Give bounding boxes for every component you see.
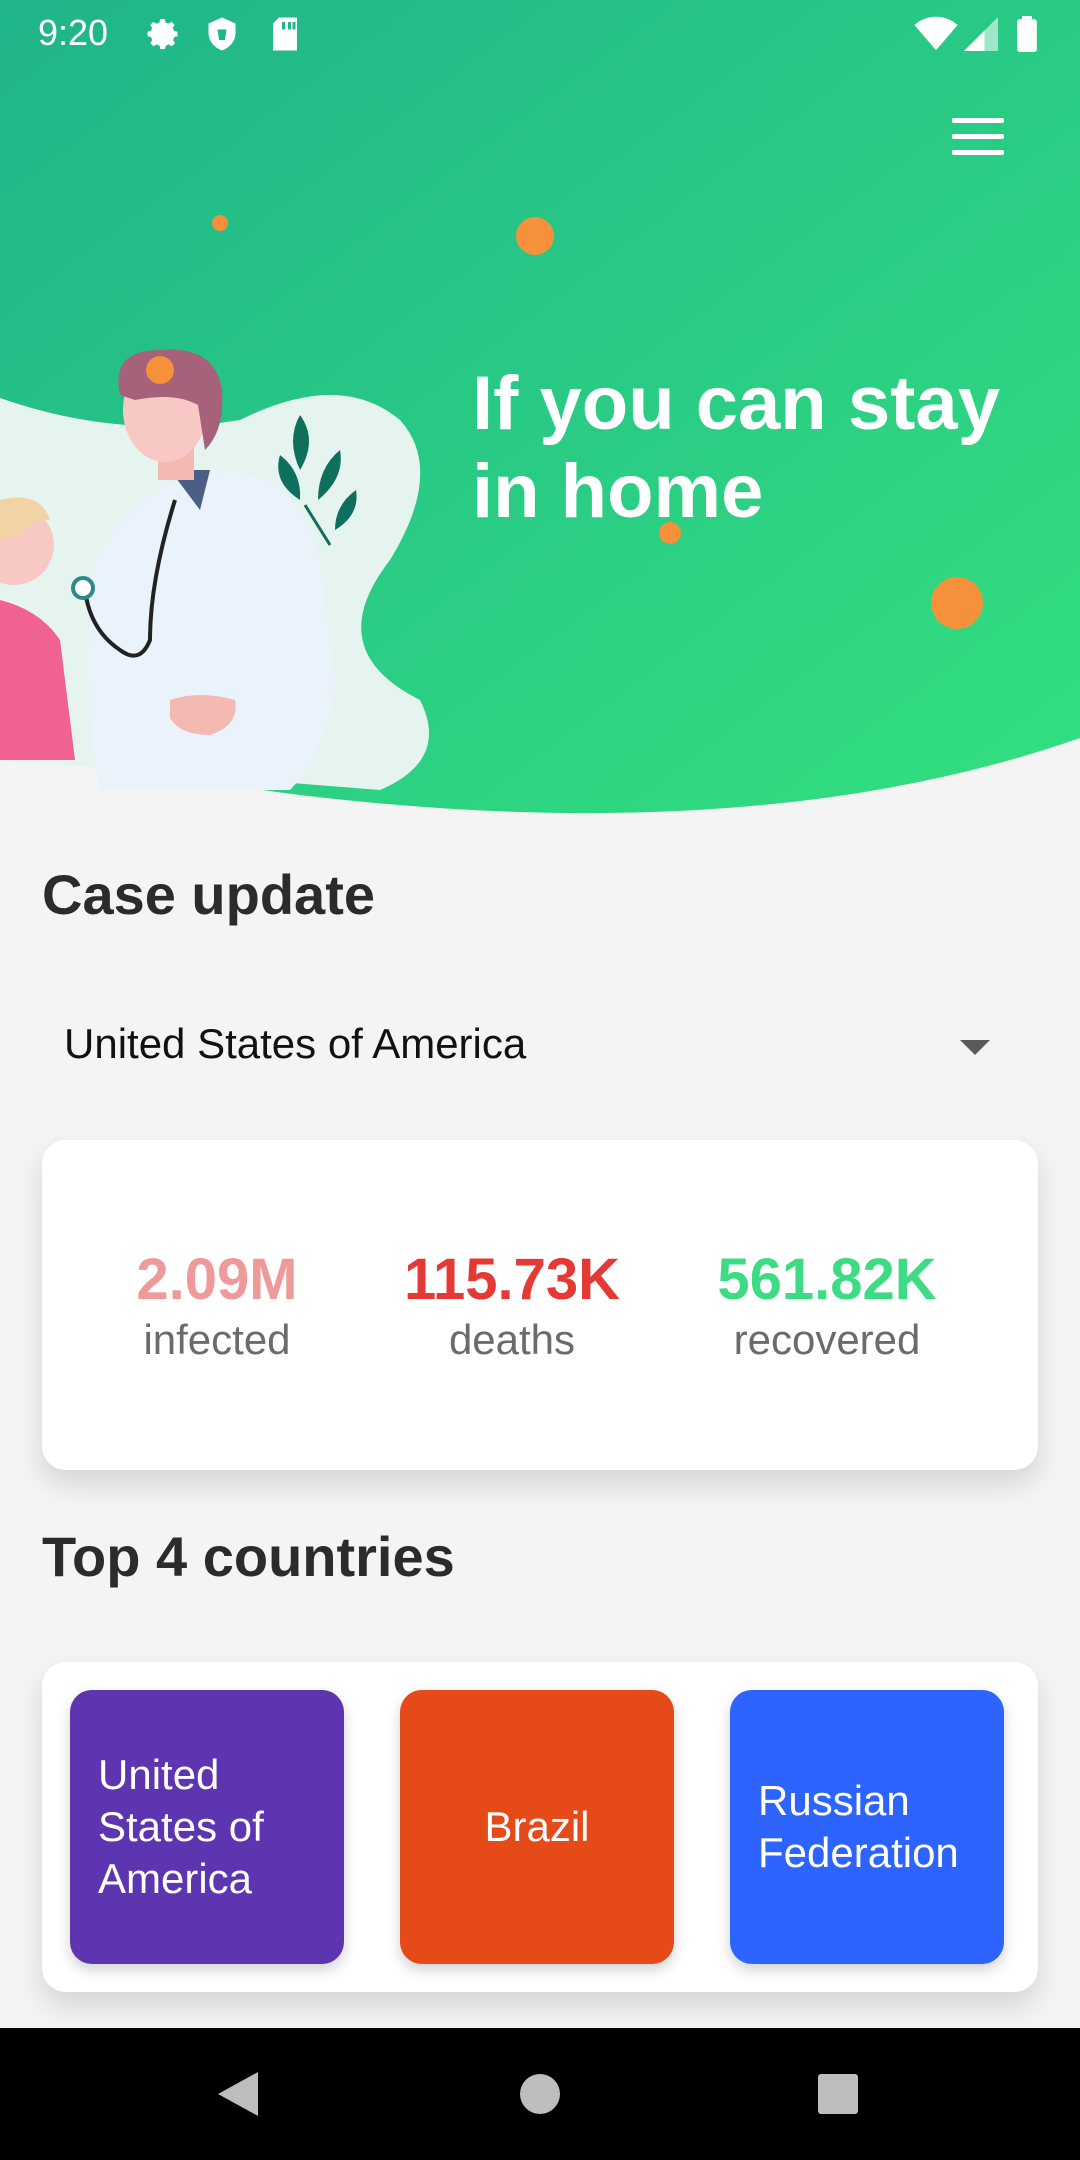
country-tile-usa[interactable]: United States of America xyxy=(70,1690,344,1964)
menu-icon-line xyxy=(952,150,1004,155)
stat-recovered-label: recovered xyxy=(733,1316,921,1363)
settings-icon xyxy=(147,19,178,50)
stat-deaths-value: 115.73K xyxy=(403,1247,621,1312)
selected-country: United States of America xyxy=(64,1020,527,1067)
wifi-icon xyxy=(914,16,958,51)
stat-infected-value: 2.09M xyxy=(136,1247,298,1312)
menu-icon xyxy=(952,118,1004,123)
case-stats-card: 2.09M infected 115.73K deaths 561.82K re… xyxy=(42,1140,1038,1470)
sd-card-icon xyxy=(273,17,297,51)
stat-recovered: 561.82K recovered xyxy=(682,1246,972,1366)
country-tile-brazil[interactable]: Brazil xyxy=(400,1690,674,1964)
navigation-bar xyxy=(0,2028,1080,2160)
home-icon[interactable] xyxy=(520,2074,560,2114)
battery-icon xyxy=(1017,16,1037,52)
hero-headline: If you can stay in home xyxy=(472,361,1000,534)
stat-deaths: 115.73K deaths xyxy=(382,1246,642,1366)
menu-button[interactable] xyxy=(940,108,1014,168)
top-countries-title: Top 4 countries xyxy=(42,1525,455,1588)
stat-recovered-value: 561.82K xyxy=(717,1247,937,1312)
case-update-title: Case update xyxy=(42,863,375,926)
recent-apps-icon[interactable] xyxy=(818,2074,858,2114)
menu-icon-line xyxy=(952,134,1004,139)
cell-signal-icon xyxy=(964,17,998,51)
stat-infected: 2.09M infected xyxy=(92,1246,342,1366)
status-bar: 9:20 xyxy=(0,0,1080,66)
country-tile-label: Brazil xyxy=(484,1803,590,1850)
country-tile-label: Russian Federation xyxy=(758,1777,959,1876)
country-dropdown[interactable]: United States of America xyxy=(42,1000,1038,1100)
stat-infected-label: infected xyxy=(143,1316,291,1363)
country-tile-label: United States of America xyxy=(98,1751,264,1902)
back-icon[interactable] xyxy=(218,2072,258,2116)
top-countries-card: United States of America Brazil Russian … xyxy=(42,1662,1038,1992)
dropdown-caret-icon xyxy=(960,1040,990,1055)
stat-deaths-label: deaths xyxy=(448,1316,576,1363)
status-time: 9:20 xyxy=(38,12,109,53)
shield-icon xyxy=(208,17,236,51)
hero-banner: 9:20 If you can stay in home xyxy=(0,0,1080,820)
country-tile-russia[interactable]: Russian Federation xyxy=(730,1690,1004,1964)
